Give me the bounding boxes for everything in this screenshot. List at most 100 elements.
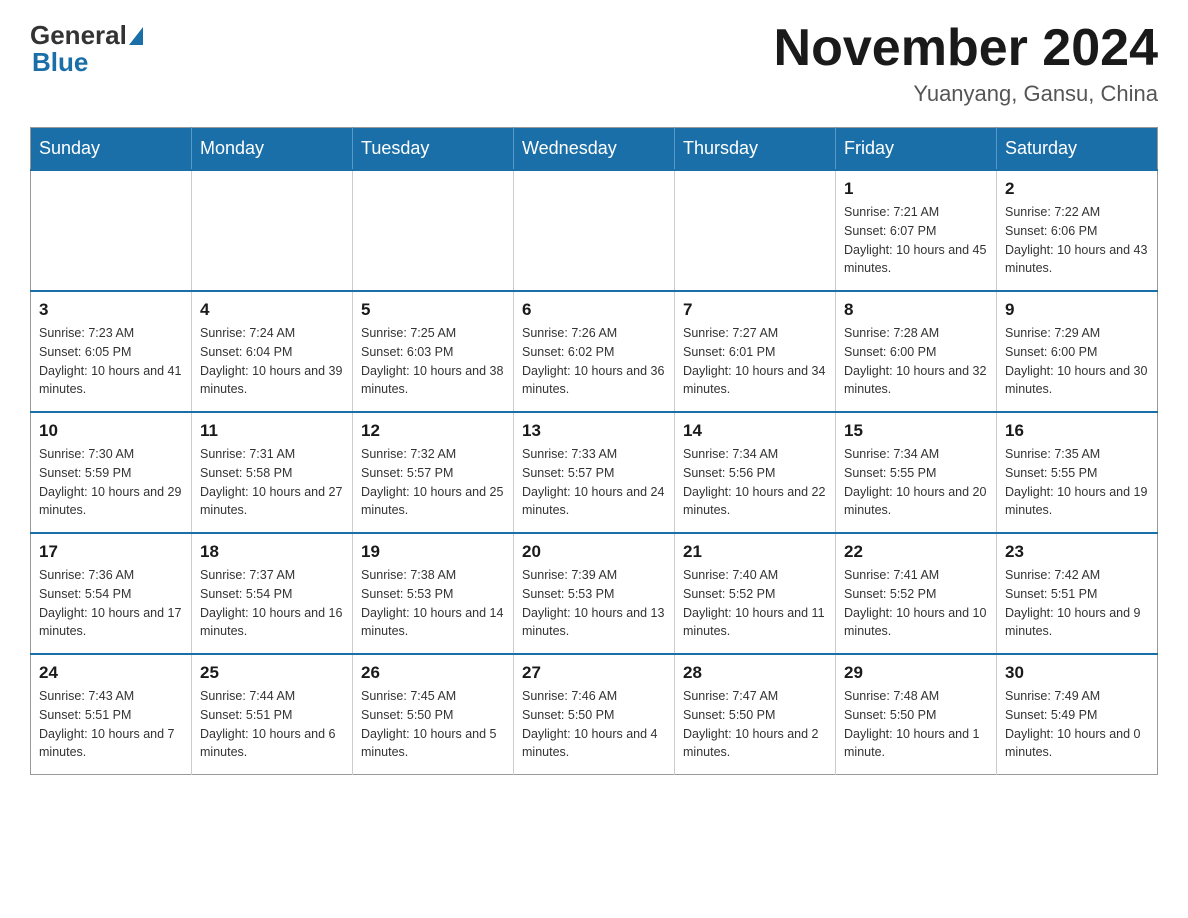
calendar-body: 1 Sunrise: 7:21 AMSunset: 6:07 PMDaylight…: [31, 170, 1158, 775]
calendar-cell: 17Sunrise: 7:36 AMSunset: 5:54 PMDayligh…: [31, 533, 192, 654]
calendar-cell: 23 Sunrise: 7:42 AMSunset: 5:51 PMDayligh…: [997, 533, 1158, 654]
day-number: 22: [844, 542, 988, 562]
calendar-cell: 30 Sunrise: 7:49 AMSunset: 5:49 PMDayligh…: [997, 654, 1158, 775]
day-info: Sunrise: 7:25 AMSunset: 6:03 PMDaylight:…: [361, 324, 505, 399]
day-info: Sunrise: 7:32 AMSunset: 5:57 PMDaylight:…: [361, 445, 505, 520]
calendar-week-1: 3 Sunrise: 7:23 AMSunset: 6:05 PMDaylight…: [31, 291, 1158, 412]
calendar-cell: 9 Sunrise: 7:29 AMSunset: 6:00 PMDaylight…: [997, 291, 1158, 412]
day-info: Sunrise: 7:49 AMSunset: 5:49 PMDaylight:…: [1005, 687, 1149, 762]
title-section: November 2024 Yuanyang, Gansu, China: [774, 20, 1158, 107]
weekday-header-saturday: Saturday: [997, 128, 1158, 171]
day-number: 14: [683, 421, 827, 441]
day-info: Sunrise: 7:31 AMSunset: 5:58 PMDaylight:…: [200, 445, 344, 520]
day-info: Sunrise: 7:37 AMSunset: 5:54 PMDaylight:…: [200, 566, 344, 641]
day-number: 29: [844, 663, 988, 683]
day-number: 18: [200, 542, 344, 562]
day-number: 3: [39, 300, 183, 320]
day-number: 5: [361, 300, 505, 320]
calendar-cell: 11 Sunrise: 7:31 AMSunset: 5:58 PMDayligh…: [192, 412, 353, 533]
calendar-cell: 4 Sunrise: 7:24 AMSunset: 6:04 PMDaylight…: [192, 291, 353, 412]
calendar-cell: 13 Sunrise: 7:33 AMSunset: 5:57 PMDayligh…: [514, 412, 675, 533]
calendar-cell: 3 Sunrise: 7:23 AMSunset: 6:05 PMDaylight…: [31, 291, 192, 412]
day-number: 11: [200, 421, 344, 441]
calendar-cell: 1 Sunrise: 7:21 AMSunset: 6:07 PMDaylight…: [836, 170, 997, 291]
day-info: Sunrise: 7:46 AMSunset: 5:50 PMDaylight:…: [522, 687, 666, 762]
day-number: 6: [522, 300, 666, 320]
calendar-cell: [514, 170, 675, 291]
logo: General Blue: [30, 20, 143, 78]
day-info: Sunrise: 7:27 AMSunset: 6:01 PMDaylight:…: [683, 324, 827, 399]
day-number: 9: [1005, 300, 1149, 320]
calendar-cell: 12Sunrise: 7:32 AMSunset: 5:57 PMDayligh…: [353, 412, 514, 533]
day-info: Sunrise: 7:42 AMSunset: 5:51 PMDaylight:…: [1005, 566, 1149, 641]
day-info: Sunrise: 7:21 AMSunset: 6:07 PMDaylight:…: [844, 203, 988, 278]
day-number: 2: [1005, 179, 1149, 199]
location-title: Yuanyang, Gansu, China: [774, 81, 1158, 107]
day-info: Sunrise: 7:34 AMSunset: 5:55 PMDaylight:…: [844, 445, 988, 520]
day-info: Sunrise: 7:23 AMSunset: 6:05 PMDaylight:…: [39, 324, 183, 399]
calendar-cell: 22 Sunrise: 7:41 AMSunset: 5:52 PMDayligh…: [836, 533, 997, 654]
calendar-cell: [353, 170, 514, 291]
calendar-cell: [192, 170, 353, 291]
day-number: 13: [522, 421, 666, 441]
calendar-cell: 28 Sunrise: 7:47 AMSunset: 5:50 PMDayligh…: [675, 654, 836, 775]
calendar-cell: 6 Sunrise: 7:26 AMSunset: 6:02 PMDaylight…: [514, 291, 675, 412]
day-info: Sunrise: 7:24 AMSunset: 6:04 PMDaylight:…: [200, 324, 344, 399]
calendar-cell: 14 Sunrise: 7:34 AMSunset: 5:56 PMDayligh…: [675, 412, 836, 533]
calendar-cell: [675, 170, 836, 291]
day-info: Sunrise: 7:22 AMSunset: 6:06 PMDaylight:…: [1005, 203, 1149, 278]
day-info: Sunrise: 7:33 AMSunset: 5:57 PMDaylight:…: [522, 445, 666, 520]
calendar-cell: 7 Sunrise: 7:27 AMSunset: 6:01 PMDaylight…: [675, 291, 836, 412]
day-number: 16: [1005, 421, 1149, 441]
day-info: Sunrise: 7:34 AMSunset: 5:56 PMDaylight:…: [683, 445, 827, 520]
day-info: Sunrise: 7:43 AMSunset: 5:51 PMDaylight:…: [39, 687, 183, 762]
calendar-cell: [31, 170, 192, 291]
day-number: 23: [1005, 542, 1149, 562]
day-info: Sunrise: 7:28 AMSunset: 6:00 PMDaylight:…: [844, 324, 988, 399]
day-info: Sunrise: 7:35 AMSunset: 5:55 PMDaylight:…: [1005, 445, 1149, 520]
day-info: Sunrise: 7:26 AMSunset: 6:02 PMDaylight:…: [522, 324, 666, 399]
calendar-cell: 24 Sunrise: 7:43 AMSunset: 5:51 PMDayligh…: [31, 654, 192, 775]
day-number: 19: [361, 542, 505, 562]
day-number: 30: [1005, 663, 1149, 683]
calendar-cell: 20 Sunrise: 7:39 AMSunset: 5:53 PMDayligh…: [514, 533, 675, 654]
day-number: 8: [844, 300, 988, 320]
day-number: 24: [39, 663, 183, 683]
day-number: 20: [522, 542, 666, 562]
day-number: 1: [844, 179, 988, 199]
day-info: Sunrise: 7:39 AMSunset: 5:53 PMDaylight:…: [522, 566, 666, 641]
calendar-cell: 10Sunrise: 7:30 AMSunset: 5:59 PMDayligh…: [31, 412, 192, 533]
day-info: Sunrise: 7:44 AMSunset: 5:51 PMDaylight:…: [200, 687, 344, 762]
weekday-header-thursday: Thursday: [675, 128, 836, 171]
day-number: 15: [844, 421, 988, 441]
calendar-header: SundayMondayTuesdayWednesdayThursdayFrid…: [31, 128, 1158, 171]
weekday-header-monday: Monday: [192, 128, 353, 171]
calendar-cell: 19 Sunrise: 7:38 AMSunset: 5:53 PMDayligh…: [353, 533, 514, 654]
day-info: Sunrise: 7:41 AMSunset: 5:52 PMDaylight:…: [844, 566, 988, 641]
calendar-cell: 8 Sunrise: 7:28 AMSunset: 6:00 PMDaylight…: [836, 291, 997, 412]
calendar-cell: 18 Sunrise: 7:37 AMSunset: 5:54 PMDayligh…: [192, 533, 353, 654]
day-number: 27: [522, 663, 666, 683]
calendar-week-0: 1 Sunrise: 7:21 AMSunset: 6:07 PMDaylight…: [31, 170, 1158, 291]
calendar-cell: 15 Sunrise: 7:34 AMSunset: 5:55 PMDayligh…: [836, 412, 997, 533]
calendar-cell: 26Sunrise: 7:45 AMSunset: 5:50 PMDayligh…: [353, 654, 514, 775]
calendar-week-3: 17Sunrise: 7:36 AMSunset: 5:54 PMDayligh…: [31, 533, 1158, 654]
weekday-header-wednesday: Wednesday: [514, 128, 675, 171]
day-info: Sunrise: 7:47 AMSunset: 5:50 PMDaylight:…: [683, 687, 827, 762]
day-number: 4: [200, 300, 344, 320]
day-info: Sunrise: 7:30 AMSunset: 5:59 PMDaylight:…: [39, 445, 183, 520]
weekday-header-sunday: Sunday: [31, 128, 192, 171]
day-info: Sunrise: 7:36 AMSunset: 5:54 PMDaylight:…: [39, 566, 183, 641]
page-header: General Blue November 2024 Yuanyang, Gan…: [30, 20, 1158, 107]
calendar-week-4: 24 Sunrise: 7:43 AMSunset: 5:51 PMDayligh…: [31, 654, 1158, 775]
calendar-table: SundayMondayTuesdayWednesdayThursdayFrid…: [30, 127, 1158, 775]
logo-blue-text: Blue: [32, 47, 88, 78]
weekday-header-friday: Friday: [836, 128, 997, 171]
day-number: 28: [683, 663, 827, 683]
day-number: 7: [683, 300, 827, 320]
calendar-week-2: 10Sunrise: 7:30 AMSunset: 5:59 PMDayligh…: [31, 412, 1158, 533]
calendar-cell: 21Sunrise: 7:40 AMSunset: 5:52 PMDayligh…: [675, 533, 836, 654]
day-info: Sunrise: 7:38 AMSunset: 5:53 PMDaylight:…: [361, 566, 505, 641]
calendar-cell: 16 Sunrise: 7:35 AMSunset: 5:55 PMDayligh…: [997, 412, 1158, 533]
day-info: Sunrise: 7:29 AMSunset: 6:00 PMDaylight:…: [1005, 324, 1149, 399]
